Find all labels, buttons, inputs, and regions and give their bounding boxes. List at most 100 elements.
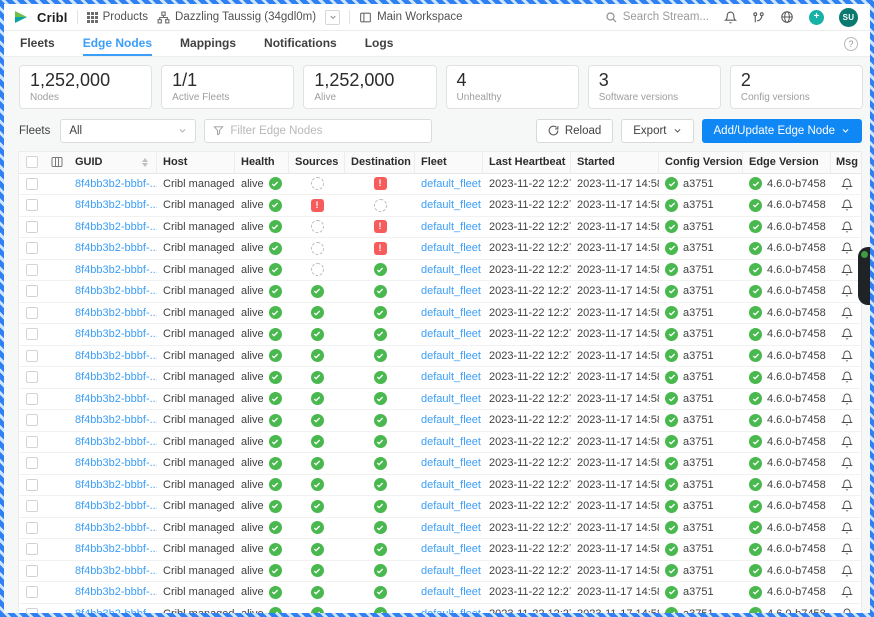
guid-link[interactable]: 8f4bb3b2-bbbf-... [75, 393, 157, 405]
global-search[interactable]: Search Stream... [605, 11, 709, 23]
row-checkbox[interactable] [26, 328, 38, 340]
row-checkbox[interactable] [26, 479, 38, 491]
fleet-link[interactable]: default_fleet [421, 328, 481, 340]
guid-link[interactable]: 8f4bb3b2-bbbf-... [75, 221, 157, 233]
fleet-link[interactable]: default_fleet [421, 350, 481, 362]
fleet-link[interactable]: default_fleet [421, 307, 481, 319]
row-checkbox[interactable] [26, 285, 38, 297]
fleet-link[interactable]: default_fleet [421, 199, 481, 211]
message-bell-icon[interactable] [841, 264, 853, 276]
row-checkbox[interactable] [26, 565, 38, 577]
tab-edge-nodes[interactable]: Edge Nodes [83, 31, 152, 56]
organization-menu[interactable]: Dazzling Taussig (34gdl0m) [157, 11, 316, 24]
message-bell-icon[interactable] [841, 307, 853, 319]
row-checkbox[interactable] [26, 543, 38, 555]
fleet-link[interactable]: default_fleet [421, 371, 481, 383]
guid-link[interactable]: 8f4bb3b2-bbbf-... [75, 371, 157, 383]
message-bell-icon[interactable] [841, 608, 853, 613]
column-header-last-heartbeat[interactable]: Last Heartbeat [483, 152, 571, 173]
row-checkbox[interactable] [26, 371, 38, 383]
sort-icon[interactable] [142, 158, 148, 167]
row-checkbox[interactable] [26, 264, 38, 276]
row-checkbox[interactable] [26, 414, 38, 426]
guid-link[interactable]: 8f4bb3b2-bbbf-... [75, 543, 157, 555]
fleet-link[interactable]: default_fleet [421, 522, 481, 534]
guid-link[interactable]: 8f4bb3b2-bbbf-... [75, 264, 157, 276]
column-header-sources[interactable]: Sources [289, 152, 345, 173]
message-bell-icon[interactable] [841, 328, 853, 340]
fleet-link[interactable]: default_fleet [421, 500, 481, 512]
message-bell-icon[interactable] [841, 350, 853, 362]
row-checkbox[interactable] [26, 221, 38, 233]
message-bell-icon[interactable] [841, 457, 853, 469]
workspace-menu[interactable]: Main Workspace [359, 11, 462, 24]
guid-link[interactable]: 8f4bb3b2-bbbf-... [75, 414, 157, 426]
floating-widget-blob[interactable] [858, 247, 874, 305]
export-button[interactable]: Export [621, 119, 693, 143]
row-checkbox[interactable] [26, 350, 38, 362]
guid-link[interactable]: 8f4bb3b2-bbbf-... [75, 328, 157, 340]
message-bell-icon[interactable] [841, 242, 853, 254]
globe-icon[interactable] [780, 10, 794, 24]
message-bell-icon[interactable] [841, 500, 853, 512]
row-checkbox[interactable] [26, 307, 38, 319]
guid-link[interactable]: 8f4bb3b2-bbbf-... [75, 199, 157, 211]
products-menu[interactable]: Products [87, 11, 148, 23]
tab-logs[interactable]: Logs [365, 31, 394, 56]
fleet-link[interactable]: default_fleet [421, 436, 481, 448]
fleet-link[interactable]: default_fleet [421, 393, 481, 405]
fleet-link[interactable]: default_fleet [421, 414, 481, 426]
message-bell-icon[interactable] [841, 414, 853, 426]
fleet-link[interactable]: default_fleet [421, 264, 481, 276]
row-checkbox[interactable] [26, 436, 38, 448]
guid-link[interactable]: 8f4bb3b2-bbbf-... [75, 457, 157, 469]
add-update-edge-node-button[interactable]: Add/Update Edge Node [702, 119, 862, 143]
guid-link[interactable]: 8f4bb3b2-bbbf-... [75, 285, 157, 297]
row-checkbox[interactable] [26, 393, 38, 405]
fleet-link[interactable]: default_fleet [421, 457, 481, 469]
row-checkbox[interactable] [26, 500, 38, 512]
fleet-link[interactable]: default_fleet [421, 565, 481, 577]
guid-link[interactable]: 8f4bb3b2-bbbf-... [75, 350, 157, 362]
row-checkbox[interactable] [26, 522, 38, 534]
fleet-link[interactable]: default_fleet [421, 479, 481, 491]
fleet-link[interactable]: default_fleet [421, 242, 481, 254]
fleet-select[interactable]: All [60, 119, 196, 143]
fleet-link[interactable]: default_fleet [421, 178, 481, 190]
row-checkbox[interactable] [26, 242, 38, 254]
row-checkbox[interactable] [26, 608, 38, 613]
organization-dropdown[interactable] [325, 10, 340, 25]
reload-button[interactable]: Reload [536, 119, 613, 143]
row-checkbox[interactable] [26, 586, 38, 598]
message-bell-icon[interactable] [841, 543, 853, 555]
column-header-guid[interactable]: GUID [69, 152, 157, 173]
message-bell-icon[interactable] [841, 436, 853, 448]
column-settings-icon[interactable] [51, 156, 63, 168]
guid-link[interactable]: 8f4bb3b2-bbbf-... [75, 436, 157, 448]
guid-link[interactable]: 8f4bb3b2-bbbf-... [75, 522, 157, 534]
tab-fleets[interactable]: Fleets [20, 31, 55, 56]
message-bell-icon[interactable] [841, 586, 853, 598]
message-bell-icon[interactable] [841, 199, 853, 211]
guid-link[interactable]: 8f4bb3b2-bbbf-... [75, 307, 157, 319]
row-checkbox[interactable] [26, 457, 38, 469]
notifications-bell-icon[interactable] [724, 11, 737, 24]
user-avatar[interactable]: SU [839, 8, 858, 27]
column-header-config-version[interactable]: Config Version [659, 152, 743, 173]
git-branch-icon[interactable] [752, 11, 765, 24]
fleet-link[interactable]: default_fleet [421, 285, 481, 297]
column-header-started[interactable]: Started [571, 152, 659, 173]
guid-link[interactable]: 8f4bb3b2-bbbf-... [75, 242, 157, 254]
column-header-fleet[interactable]: Fleet [415, 152, 483, 173]
message-bell-icon[interactable] [841, 371, 853, 383]
message-bell-icon[interactable] [841, 221, 853, 233]
fleet-link[interactable]: default_fleet [421, 221, 481, 233]
guid-link[interactable]: 8f4bb3b2-bbbf-... [75, 586, 157, 598]
column-header-health[interactable]: Health [235, 152, 289, 173]
row-checkbox[interactable] [26, 199, 38, 211]
column-header-host[interactable]: Host [157, 152, 235, 173]
tab-notifications[interactable]: Notifications [264, 31, 337, 56]
guid-link[interactable]: 8f4bb3b2-bbbf-... [75, 178, 157, 190]
message-bell-icon[interactable] [841, 565, 853, 577]
message-bell-icon[interactable] [841, 178, 853, 190]
